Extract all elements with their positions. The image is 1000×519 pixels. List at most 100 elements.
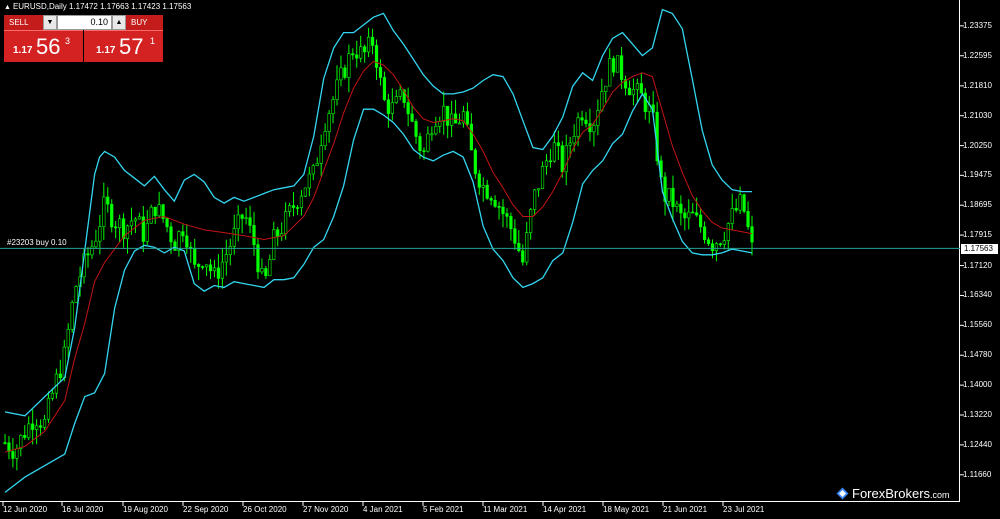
x-tick-label: 14 Apr 2021 [543,505,587,514]
candle-body [204,264,209,268]
candle-body [726,223,730,242]
volume-dropdown-icon[interactable]: ▼ [43,15,57,30]
candle-body [86,253,90,256]
candle-body [722,240,726,245]
candle-body [493,199,497,207]
candle-body [299,195,304,208]
caret-up-icon[interactable]: ▲ [4,4,11,11]
candle-body [46,397,51,420]
y-tick-label: 1.17120 [963,260,992,270]
candle-body [347,53,351,78]
candle-body [216,267,221,279]
price-chart[interactable] [0,0,1000,519]
candle-body [453,113,458,124]
candle-body [23,435,27,438]
volume-input[interactable]: 0.10 [57,15,112,30]
candle-body [268,259,272,277]
candle-body [94,240,98,248]
candle-body [734,208,738,211]
candle-body [548,160,553,163]
sell-label[interactable]: SELL [4,15,43,30]
candle-body [695,212,699,216]
y-tick-label: 1.12440 [963,439,992,449]
y-tick-label: 1.21030 [963,110,992,120]
candle-body [42,418,47,428]
candle-body [556,142,560,147]
x-tick-label: 16 Jul 2020 [62,505,104,514]
candle-body [224,254,228,263]
buy-label[interactable]: BUY [126,15,163,30]
candle-body [114,226,118,229]
candle-body [287,205,292,212]
x-tick-label: 21 Jun 2021 [663,505,708,514]
candle-body [473,149,477,175]
candle-body [291,205,296,208]
candle-body [746,211,750,227]
candle-body [220,261,224,279]
candle-body [244,217,248,220]
candle-body [272,229,276,260]
candle-body [699,214,703,228]
candle-body [426,133,430,152]
sell-button[interactable]: 1.17 56 3 [4,30,83,62]
candle-body [295,207,300,209]
candle-body [667,187,671,202]
x-tick-label: 26 Oct 2020 [243,505,287,514]
sell-price-pips: 56 [36,34,61,59]
candle-body [738,194,742,211]
candle-body [525,232,529,263]
candle-body [177,231,181,251]
buy-price-prefix: 1.17 [96,45,116,56]
x-tick-label: 18 May 2021 [603,505,650,514]
one-click-trading-panel: SELL ▼ 0.10 ▲ BUY 1.17 56 3 1.17 57 1 [4,15,163,62]
candle-body [576,117,580,137]
candle-body [165,218,169,228]
candle-body [11,451,15,459]
candle-body [469,123,473,151]
candle-body [70,302,74,330]
candle-body [252,225,256,245]
candle-body [232,228,236,247]
candle-body [675,203,679,207]
candle-body [505,213,509,217]
buy-button[interactable]: 1.17 57 1 [84,30,163,62]
candle-body [311,165,315,175]
candle-body [264,268,268,277]
volume-step-up-icon[interactable]: ▲ [112,15,126,30]
candle-body [631,89,636,96]
candle-body [580,117,584,121]
candle-body [529,209,533,233]
candle-body [98,226,102,242]
current-price-tag: 1.17563 [961,243,998,254]
candle-body [465,111,470,125]
candle-body [714,243,719,252]
y-tick-label: 1.15560 [963,320,992,330]
candle-body [173,241,177,251]
candle-body [327,113,331,132]
candle-body [513,228,517,244]
candle-body [536,188,541,191]
candle-body [446,105,450,126]
chart-title: ▲ EURUSD,Daily 1.17472 1.17663 1.17423 1.… [4,2,192,11]
candle-body [742,194,746,212]
candle-body [370,36,375,46]
candle-body [572,136,576,144]
order-line-label: #23203 buy 0.10 [7,238,67,248]
candle-body [323,131,327,147]
candle-body [74,286,78,303]
candle-body [193,248,197,265]
candle-body [335,79,339,100]
y-tick-label: 1.18695 [963,200,992,210]
candle-body [129,220,134,227]
y-tick-label: 1.22595 [963,50,992,60]
x-tick-label: 27 Nov 2020 [303,505,349,514]
candle-body [619,55,624,80]
candle-body [568,142,572,146]
candle-body [679,203,683,214]
candle-body [27,423,31,438]
candle-body [351,53,355,56]
candle-body [560,145,564,173]
candle-body [137,216,141,220]
candle-body [430,133,434,136]
y-tick-label: 1.11660 [963,469,992,479]
